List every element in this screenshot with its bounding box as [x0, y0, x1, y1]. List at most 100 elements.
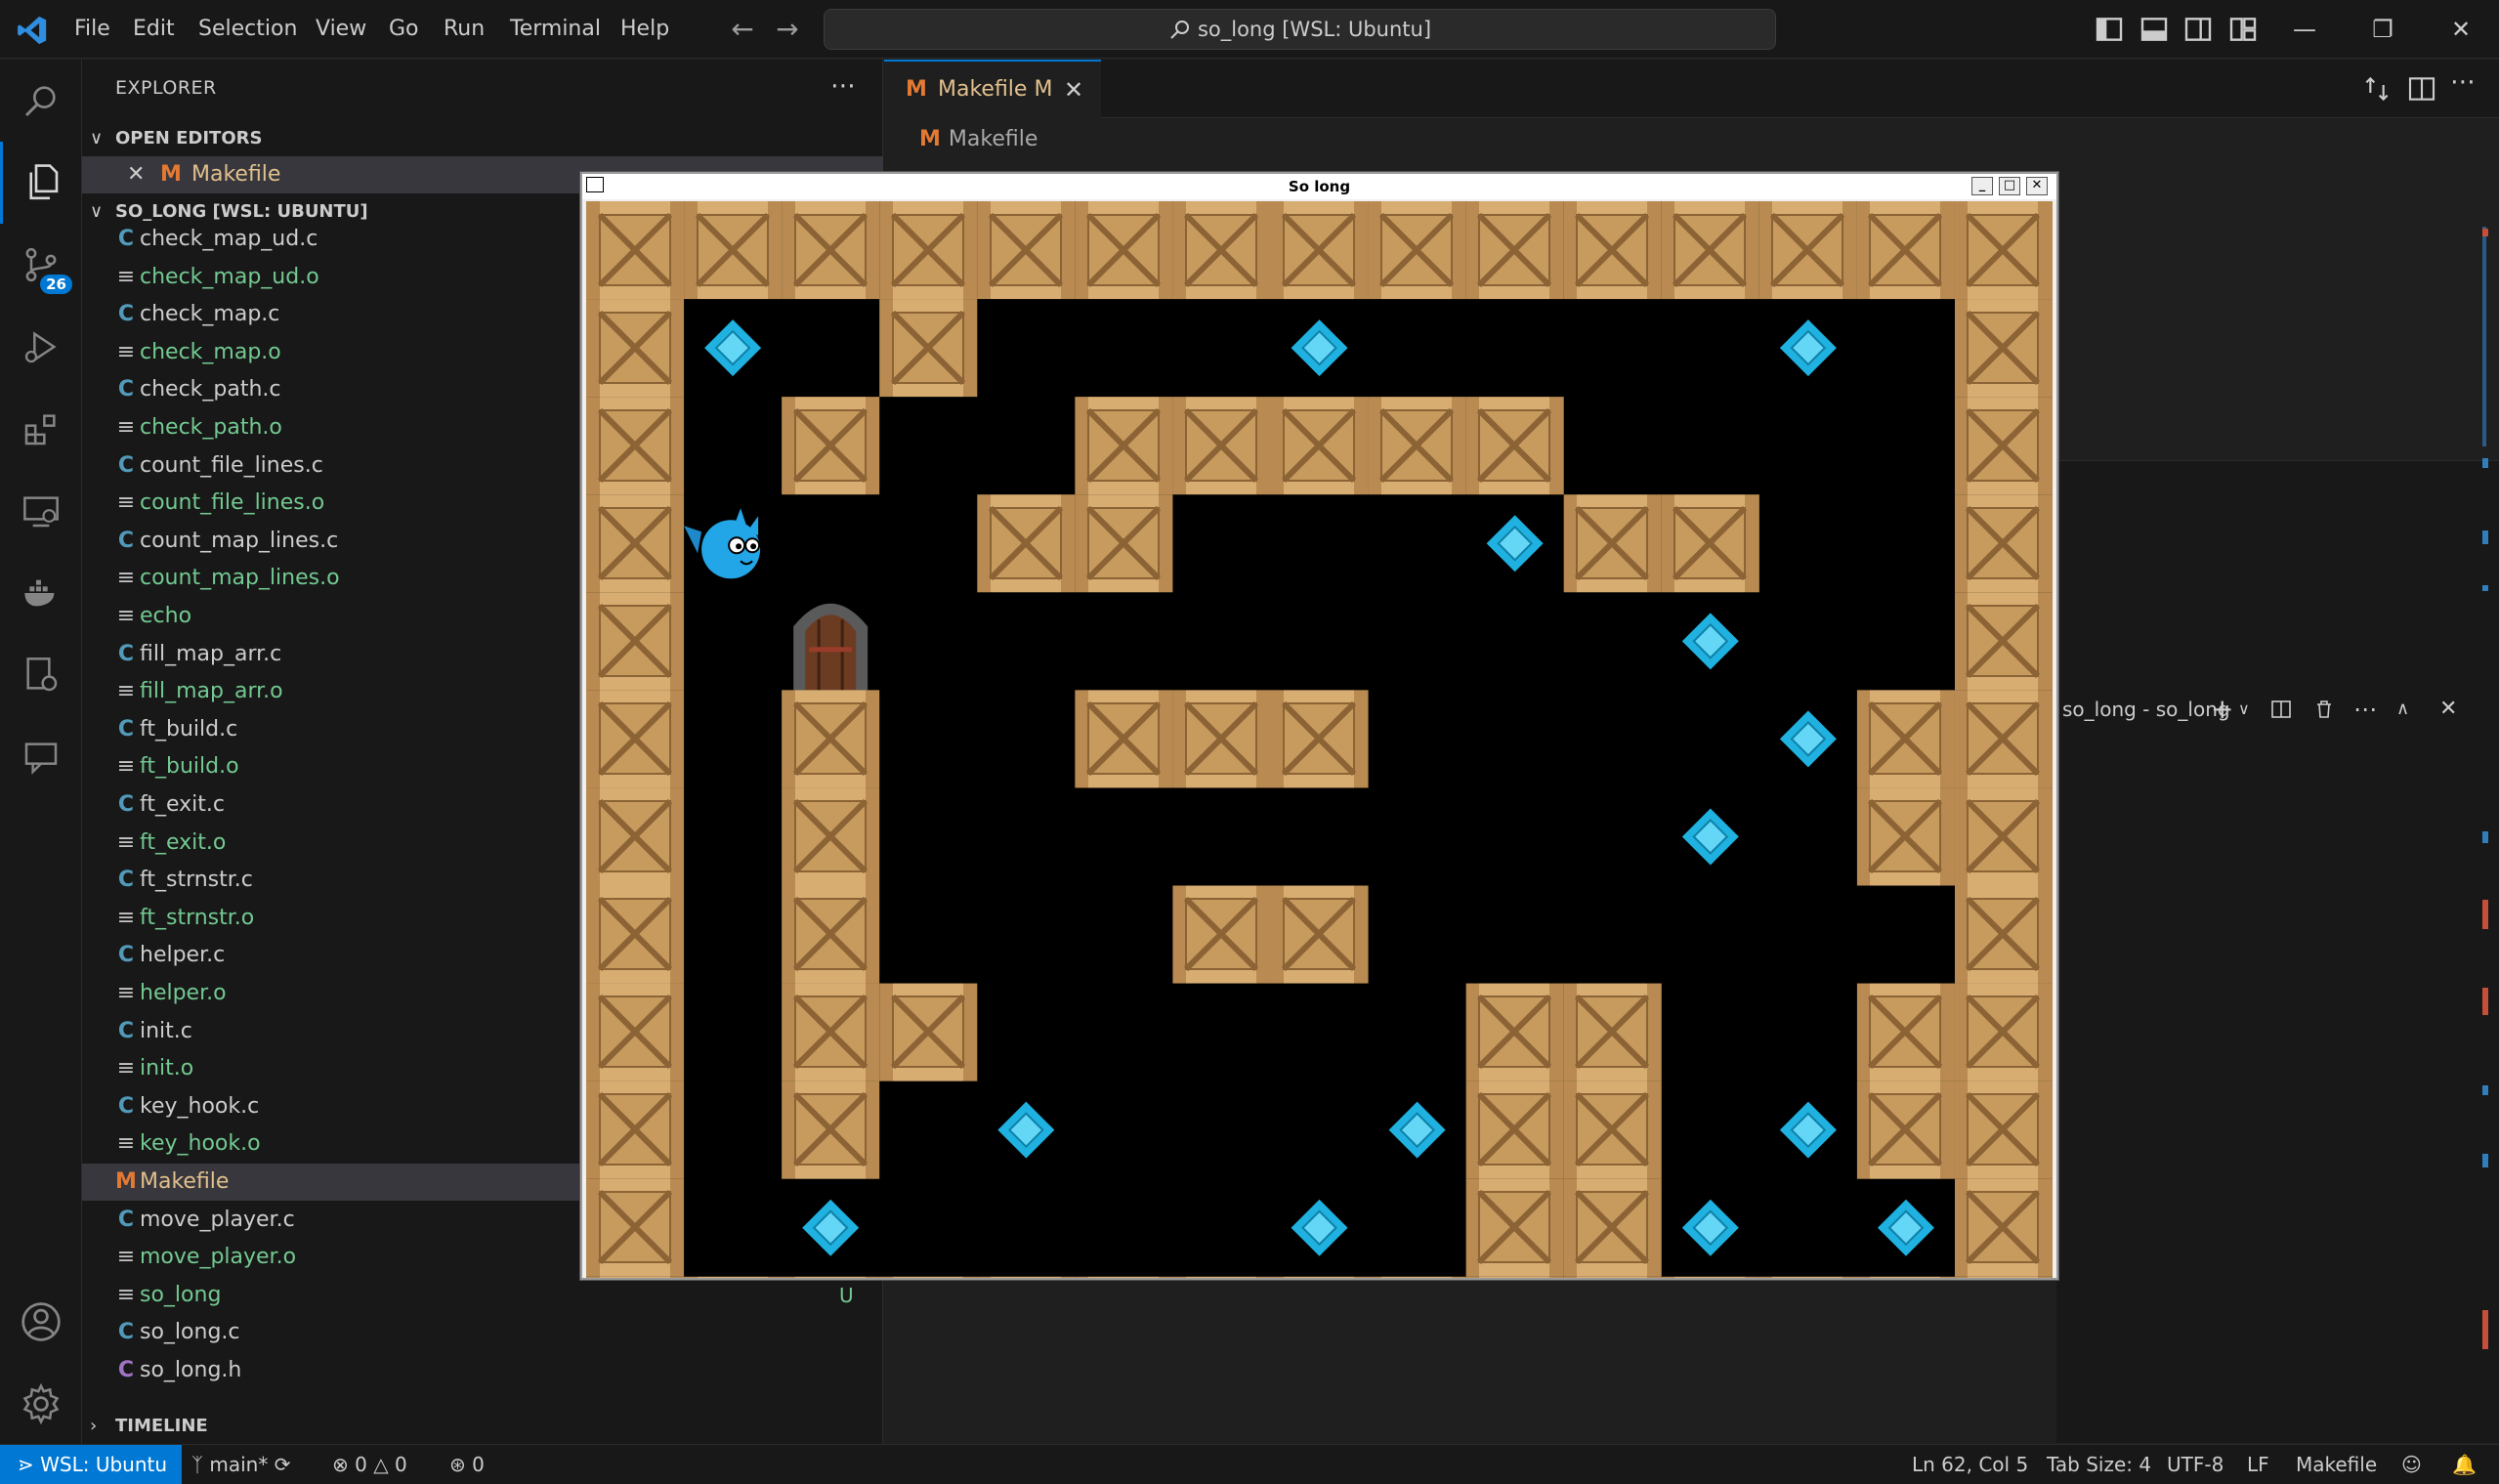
game-canvas[interactable] [586, 201, 2053, 1278]
encoding[interactable]: UTF-8 [2167, 1445, 2224, 1484]
file-name: check_map.o [140, 339, 281, 364]
terminal-title[interactable]: so_long - so_long [2062, 685, 2230, 734]
file-item[interactable]: Cso_long.c [82, 1314, 883, 1351]
c-file-icon: C [117, 792, 135, 817]
remote-explorer-button[interactable] [0, 470, 82, 552]
wall-tile [586, 1178, 685, 1277]
language-mode[interactable]: Makefile [2296, 1445, 2377, 1484]
game-window-titlebar[interactable]: So long _ □ ✕ [582, 174, 2056, 199]
maximize-panel-icon[interactable]: ∧ [2396, 685, 2409, 734]
window-menu-icon[interactable] [586, 177, 604, 192]
file-name: helper.c [140, 943, 226, 968]
editor-tabs: M Makefile M ✕ ⋯ [884, 60, 2499, 118]
more-actions-icon[interactable]: ⋯ [830, 71, 856, 101]
extensions-button[interactable] [0, 388, 82, 470]
command-center[interactable]: so_long [WSL: Ubuntu] [824, 9, 1776, 50]
split-terminal-icon[interactable] [2269, 698, 2293, 721]
gem-collectible-icon [802, 1199, 860, 1256]
wall-tile [1856, 983, 1955, 1081]
open-editors-header[interactable]: ∨ OPEN EDITORS [82, 121, 883, 156]
back-arrow-icon[interactable]: ← [725, 12, 760, 47]
activity-bar: 26 [0, 60, 82, 1444]
close-panel-icon[interactable]: ✕ [2439, 685, 2457, 734]
scroll-marker [2482, 458, 2488, 468]
manage-button[interactable] [0, 1363, 82, 1445]
toggle-primary-sidebar-icon[interactable] [2094, 14, 2125, 45]
wall-tile [1465, 397, 1564, 495]
chevron-down-icon[interactable]: ∨ [2238, 685, 2250, 734]
wall-tile [1075, 690, 1173, 788]
file-item[interactable]: Cso_long.h [82, 1352, 883, 1389]
chat-button[interactable] [0, 716, 82, 798]
search-view-button[interactable] [0, 60, 82, 142]
trash-icon[interactable] [2312, 698, 2336, 721]
game-close-button[interactable]: ✕ [2026, 177, 2048, 195]
c-file-icon: C [117, 641, 135, 666]
text-file-icon: ≡ [116, 264, 136, 289]
line-ending[interactable]: LF [2247, 1445, 2269, 1484]
game-tiles [586, 201, 2053, 1278]
menu-help[interactable]: Help [611, 0, 679, 59]
close-icon[interactable]: ✕ [127, 156, 145, 193]
text-file-icon: ≡ [116, 415, 136, 440]
scrollbar-thumb[interactable] [2482, 227, 2486, 446]
explorer-view-button[interactable] [0, 142, 82, 224]
forward-arrow-icon[interactable]: → [770, 12, 805, 47]
notifications-icon[interactable]: 🔔 [2452, 1445, 2477, 1484]
menu-edit[interactable]: Edit [123, 0, 185, 59]
branch-indicator[interactable]: ᛉ main* ⟳ [191, 1445, 290, 1484]
wall-tile [977, 201, 1076, 300]
game-minimize-button[interactable]: _ [1971, 177, 1993, 195]
cursor-position[interactable]: Ln 62, Col 5 [1912, 1445, 2028, 1484]
gem-collectible-icon [1681, 1199, 1739, 1256]
menu-view[interactable]: View [306, 0, 376, 59]
menu-selection[interactable]: Selection [189, 0, 307, 59]
close-window-button[interactable]: ✕ [2423, 0, 2499, 59]
remote-indicator[interactable]: ⋗ WSL: Ubuntu [0, 1445, 182, 1484]
text-file-icon: ≡ [116, 339, 136, 364]
toggle-panel-icon[interactable] [2139, 14, 2170, 45]
breadcrumb-item[interactable]: Makefile [949, 127, 1038, 151]
wall-tile [1465, 983, 1564, 1081]
split-editor-icon[interactable] [2406, 73, 2437, 105]
gear-icon [22, 1382, 60, 1425]
open-changes-icon[interactable] [2361, 73, 2393, 105]
file-name: check_path.o [140, 415, 282, 440]
wall-tile [879, 983, 978, 1081]
toggle-secondary-sidebar-icon[interactable] [2182, 14, 2214, 45]
status-bar: ⋗ WSL: Ubuntu ᛉ main* ⟳ ⊗ 0 △ 0 ⊛ 0 Ln 6… [0, 1444, 2499, 1484]
terminal-more-icon[interactable]: ⋯ [2353, 685, 2377, 734]
menu-terminal[interactable]: Terminal [500, 0, 611, 59]
wall-tile [977, 494, 1076, 593]
text-file-icon: ≡ [116, 1245, 136, 1270]
tab-makefile[interactable]: M Makefile M ✕ [884, 60, 1101, 118]
close-tab-icon[interactable]: ✕ [1064, 62, 1083, 118]
minimize-button[interactable]: — [2266, 0, 2343, 59]
tab-size[interactable]: Tab Size: 4 [2047, 1445, 2151, 1484]
wall-tile [586, 1081, 685, 1179]
docker-button[interactable] [0, 552, 82, 634]
editor-more-icon[interactable]: ⋯ [2450, 67, 2476, 97]
restore-button[interactable]: ❐ [2345, 0, 2421, 59]
copilot-icon[interactable]: ☺ [2401, 1445, 2422, 1484]
customize-layout-icon[interactable] [2227, 14, 2259, 45]
make-settings-button[interactable] [0, 634, 82, 716]
wall-tile [586, 885, 685, 984]
new-terminal-icon[interactable]: + [2211, 685, 2233, 734]
menu-file[interactable]: File [64, 0, 120, 59]
game-maximize-button[interactable]: □ [1999, 177, 2020, 195]
problems-indicator[interactable]: ⊗ 0 △ 0 [332, 1445, 407, 1484]
file-item[interactable]: ≡ so_long U [82, 1277, 883, 1314]
menu-run[interactable]: Run [434, 0, 494, 59]
timeline-header[interactable]: › TIMELINE [82, 1409, 883, 1444]
run-debug-button[interactable] [0, 306, 82, 388]
file-name: so_long.c [140, 1320, 240, 1345]
ports-indicator[interactable]: ⊛ 0 [449, 1445, 485, 1484]
file-name: count_file_lines.c [140, 452, 323, 478]
warning-count: 0 [394, 1453, 407, 1476]
wall-tile [1856, 1276, 1955, 1278]
source-control-button[interactable]: 26 [0, 224, 82, 306]
menu-go[interactable]: Go [379, 0, 429, 59]
wall-tile [879, 299, 978, 398]
accounts-button[interactable] [0, 1281, 82, 1363]
